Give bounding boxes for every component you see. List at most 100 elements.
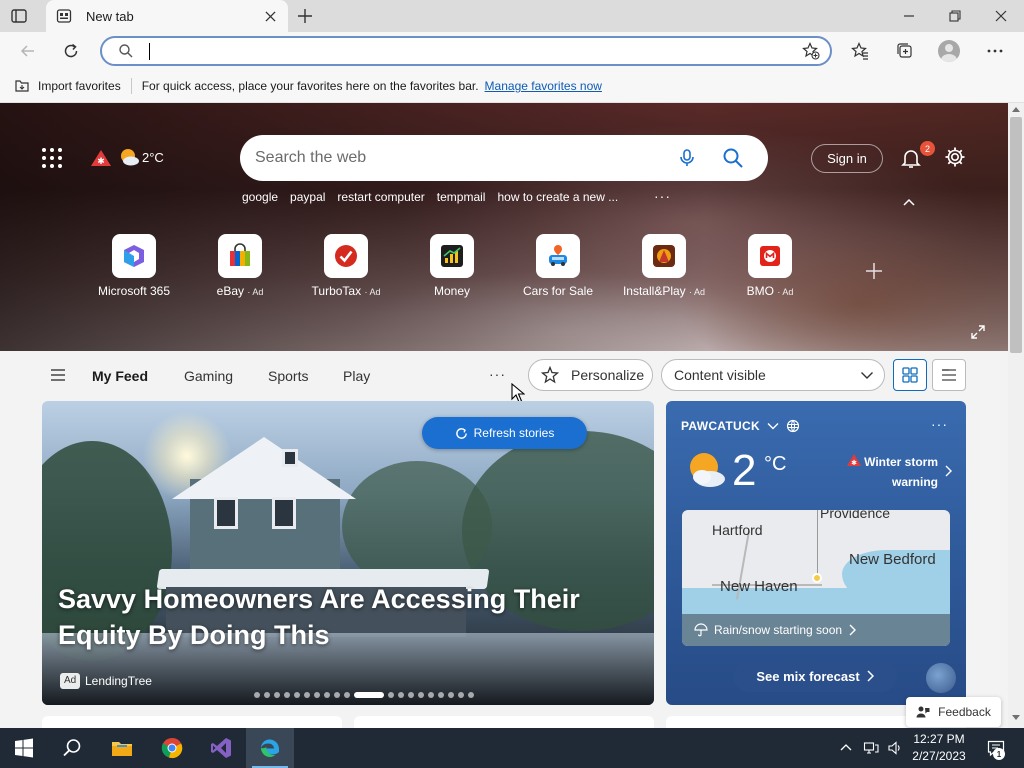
- page-scrollbar[interactable]: [1008, 103, 1024, 728]
- weather-card[interactable]: PAWCATUCK ··· 2 °C ✱ Winter storm warnin…: [666, 401, 966, 705]
- tab-sports[interactable]: Sports: [268, 368, 308, 384]
- partly-cloudy-icon[interactable]: [118, 146, 140, 168]
- personalize-button[interactable]: Personalize: [528, 359, 653, 391]
- settings-more-button[interactable]: [982, 38, 1008, 64]
- add-quick-link-icon[interactable]: [864, 261, 884, 281]
- list-view-button[interactable]: [932, 359, 966, 391]
- tab-gaming[interactable]: Gaming: [184, 368, 233, 384]
- carousel-dot[interactable]: [284, 692, 290, 698]
- story-headline[interactable]: Savvy Homeowners Are Accessing Their Equ…: [58, 581, 618, 653]
- carousel-dot[interactable]: [398, 692, 404, 698]
- feedback-button[interactable]: Feedback: [906, 697, 1001, 727]
- page-settings-gear-icon[interactable]: [944, 146, 966, 168]
- trending-item[interactable]: how to create a new ...: [497, 190, 618, 204]
- volume-tray-button[interactable]: [884, 728, 906, 768]
- weather-more-button[interactable]: ···: [931, 416, 948, 432]
- scroll-thumb[interactable]: [1010, 117, 1022, 353]
- start-button[interactable]: [0, 728, 48, 768]
- back-button[interactable]: [15, 38, 41, 64]
- trending-item[interactable]: tempmail: [437, 190, 486, 204]
- feed-tabs-more-button[interactable]: ···: [489, 366, 506, 382]
- carousel-indicators[interactable]: [254, 692, 474, 698]
- hero-temperature[interactable]: 2°C: [142, 150, 164, 165]
- trending-item[interactable]: paypal: [290, 190, 325, 204]
- grid-view-button[interactable]: [893, 359, 927, 391]
- chevron-right-icon[interactable]: [944, 465, 952, 477]
- sign-in-button[interactable]: Sign in: [811, 144, 883, 173]
- trending-item[interactable]: restart computer: [337, 190, 424, 204]
- story-source[interactable]: LendingTree: [85, 674, 152, 688]
- carousel-dot[interactable]: [448, 692, 454, 698]
- chrome-button[interactable]: [148, 728, 196, 768]
- quick-link-bmo[interactable]: BMO · Ad: [720, 234, 820, 298]
- weather-thumbnail[interactable]: [926, 663, 956, 693]
- collapse-chevron-icon[interactable]: [902, 196, 916, 208]
- weather-map[interactable]: Hartford Providence New Bedford New Have…: [682, 510, 950, 646]
- visual-studio-button[interactable]: [197, 728, 245, 768]
- carousel-dot[interactable]: [274, 692, 280, 698]
- show-hidden-icons-button[interactable]: [836, 728, 856, 768]
- hamburger-menu-icon[interactable]: [50, 369, 66, 381]
- carousel-dot[interactable]: [264, 692, 270, 698]
- carousel-dot[interactable]: [344, 692, 350, 698]
- see-forecast-button[interactable]: See mix forecast: [733, 660, 897, 692]
- next-card[interactable]: [354, 716, 654, 728]
- tab-new-tab[interactable]: New tab: [46, 0, 288, 32]
- add-favorite-icon[interactable]: [802, 42, 820, 60]
- quick-link-ebay[interactable]: eBay · Ad: [190, 234, 290, 298]
- refresh-stories-button[interactable]: Refresh stories: [422, 417, 587, 449]
- favorites-button[interactable]: [847, 38, 873, 64]
- carousel-dot[interactable]: [324, 692, 330, 698]
- web-search-input[interactable]: [255, 148, 655, 168]
- web-search-box[interactable]: [240, 135, 768, 181]
- quick-link-money[interactable]: Money: [402, 234, 502, 298]
- carousel-dot[interactable]: [468, 692, 474, 698]
- quick-link-install-and-play[interactable]: Install&Play · Ad: [614, 234, 714, 298]
- weather-warning[interactable]: Winter storm warning: [836, 452, 938, 492]
- carousel-dot[interactable]: [458, 692, 464, 698]
- tab-my-feed[interactable]: My Feed: [92, 368, 148, 384]
- restore-button[interactable]: [932, 0, 978, 32]
- carousel-dot[interactable]: [438, 692, 444, 698]
- carousel-dot[interactable]: [314, 692, 320, 698]
- featured-story-card[interactable]: Refresh stories Savvy Homeowners Are Acc…: [42, 401, 654, 705]
- search-submit-icon[interactable]: [722, 147, 744, 169]
- carousel-dot[interactable]: [418, 692, 424, 698]
- profile-avatar[interactable]: [938, 40, 960, 62]
- weather-location-selector[interactable]: PAWCATUCK: [681, 419, 800, 433]
- minimize-button[interactable]: [886, 0, 932, 32]
- file-explorer-button[interactable]: [98, 728, 146, 768]
- expand-background-icon[interactable]: [971, 325, 985, 339]
- quick-link-cars-for-sale[interactable]: Cars for Sale: [508, 234, 608, 298]
- weather-alert-icon[interactable]: ✱: [90, 149, 112, 167]
- carousel-dot[interactable]: [388, 692, 394, 698]
- tab-actions-icon[interactable]: [10, 7, 28, 25]
- carousel-dot[interactable]: [408, 692, 414, 698]
- tab-close-icon[interactable]: [262, 8, 278, 24]
- trending-item[interactable]: google: [242, 190, 278, 204]
- carousel-dot[interactable]: [254, 692, 260, 698]
- taskbar-search-button[interactable]: [48, 728, 96, 768]
- address-bar[interactable]: [100, 36, 832, 66]
- taskbar-clock[interactable]: 12:27 PM 2/27/2023: [906, 731, 972, 765]
- trending-more-button[interactable]: ···: [654, 188, 671, 204]
- manage-favorites-link[interactable]: Manage favorites now: [485, 79, 602, 93]
- quick-link-turbotax[interactable]: TurboTax · Ad: [296, 234, 396, 298]
- next-card[interactable]: [42, 716, 342, 728]
- close-window-button[interactable]: [978, 0, 1024, 32]
- precipitation-banner[interactable]: Rain/snow starting soon: [682, 614, 950, 646]
- scroll-up-arrow-icon[interactable]: [1012, 107, 1020, 112]
- quick-link-microsoft-365[interactable]: Microsoft 365: [84, 234, 184, 298]
- tab-play[interactable]: Play: [343, 368, 370, 384]
- refresh-button[interactable]: [58, 38, 84, 64]
- edge-button[interactable]: [246, 728, 294, 768]
- carousel-dot[interactable]: [334, 692, 340, 698]
- content-visibility-dropdown[interactable]: Content visible: [661, 359, 885, 391]
- address-input[interactable]: [148, 42, 748, 60]
- import-favorites-button[interactable]: Import favorites: [14, 78, 121, 94]
- new-tab-button[interactable]: [294, 5, 316, 27]
- collections-button[interactable]: [892, 38, 918, 64]
- carousel-dot-active[interactable]: [354, 692, 384, 698]
- scroll-down-arrow-icon[interactable]: [1012, 715, 1020, 720]
- carousel-dot[interactable]: [294, 692, 300, 698]
